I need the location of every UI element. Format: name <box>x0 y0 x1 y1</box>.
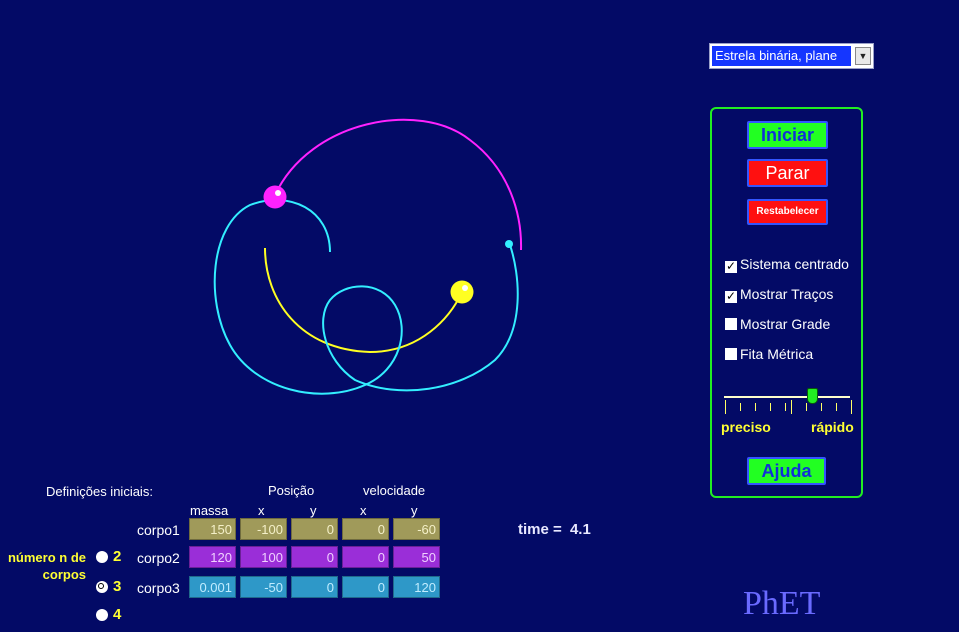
body1-vy-input[interactable]: -60 <box>393 518 440 540</box>
chevron-down-icon[interactable]: ▼ <box>855 47 871 65</box>
control-panel: Iniciar Parar Restabelecer ✓ Sistema cent… <box>710 107 863 498</box>
checkbox-label: Sistema centrado <box>740 256 849 272</box>
body1[interactable] <box>450 280 474 304</box>
help-button[interactable]: Ajuda <box>747 457 826 485</box>
num-bodies-label-line2: corpos <box>42 567 86 582</box>
simulation-canvas[interactable] <box>0 0 700 470</box>
slider-tick <box>791 400 792 414</box>
body3-vy-input[interactable]: 120 <box>393 576 440 598</box>
num-bodies-label-line1: número n de <box>7 550 86 565</box>
body1-vx-input[interactable]: 0 <box>342 518 389 540</box>
num-bodies-option-2: 2 <box>113 548 122 565</box>
checkbox-checked-icon[interactable]: ✓ <box>725 290 737 303</box>
body2-x-input[interactable]: 100 <box>240 546 287 568</box>
slider-tick <box>785 403 786 411</box>
num-bodies-radio-2[interactable] <box>96 551 108 563</box>
slider-tick <box>821 403 822 411</box>
position-y-header: y <box>310 503 317 518</box>
checkbox-show-grid[interactable]: Mostrar Grade <box>725 315 830 333</box>
slider-label-precise: preciso <box>721 419 771 435</box>
phet-logo: PhET <box>743 585 821 622</box>
body3-label: corpo3 <box>137 580 180 596</box>
velocity-header: velocidade <box>363 483 426 498</box>
checkbox-unchecked-icon[interactable] <box>725 348 737 360</box>
checkbox-unchecked-icon[interactable] <box>725 318 737 330</box>
num-bodies-radio-4[interactable] <box>96 609 108 621</box>
body2-label: corpo2 <box>137 550 180 566</box>
body2-vy-input[interactable]: 50 <box>393 546 440 568</box>
time-value: 4.1 <box>569 521 591 538</box>
slider-label-fast: rápido <box>811 419 854 435</box>
position-x-header: x <box>258 503 265 518</box>
stop-button[interactable]: Parar <box>747 159 828 187</box>
body2-trail <box>274 118 523 251</box>
slider-tick <box>725 400 726 414</box>
slider-tick <box>770 403 771 411</box>
num-bodies-option-4: 4 <box>113 606 122 623</box>
checkbox-label: Mostrar Traços <box>740 286 834 302</box>
body1-x-input[interactable]: -100 <box>240 518 287 540</box>
checkbox-show-trails[interactable]: ✓ Mostrar Traços <box>725 285 833 303</box>
slider-tick <box>836 403 837 411</box>
time-readout: time = 4.1 <box>518 521 591 538</box>
body2[interactable] <box>263 185 287 209</box>
body3[interactable] <box>505 240 513 248</box>
start-button[interactable]: Iniciar <box>747 121 828 149</box>
body1-trail <box>264 247 463 354</box>
body3-vx-input[interactable]: 0 <box>342 576 389 598</box>
speed-slider-thumb[interactable] <box>807 388 818 404</box>
body1-y-input[interactable]: 0 <box>291 518 338 540</box>
body3-y-input[interactable]: 0 <box>291 576 338 598</box>
body1-mass-input[interactable]: 150 <box>189 518 236 540</box>
velocity-y-header: y <box>411 503 418 518</box>
speed-slider-track[interactable] <box>724 396 850 398</box>
preset-selected-value: Estrela binária, plane <box>712 46 851 66</box>
slider-tick <box>851 400 852 414</box>
preset-select[interactable]: Estrela binária, plane ▼ <box>709 43 874 69</box>
checkbox-centered-system[interactable]: ✓ Sistema centrado <box>725 255 849 273</box>
num-bodies-option-3: 3 <box>113 578 122 595</box>
mass-header: massa <box>190 503 229 518</box>
body3-mass-input[interactable]: 0.001 <box>189 576 236 598</box>
slider-tick <box>755 403 756 411</box>
body2-vx-input[interactable]: 0 <box>342 546 389 568</box>
reset-button[interactable]: Restabelecer <box>747 199 828 225</box>
checkbox-checked-icon[interactable]: ✓ <box>725 260 737 273</box>
position-header: Posição <box>268 483 315 498</box>
time-label: time = <box>518 521 562 538</box>
body1-label: corpo1 <box>137 522 180 538</box>
body2-mass-input[interactable]: 120 <box>189 546 236 568</box>
num-bodies-label: número n de corpos <box>6 549 86 583</box>
body2-y-input[interactable]: 0 <box>291 546 338 568</box>
body3-x-input[interactable]: -50 <box>240 576 287 598</box>
initial-settings-title: Definições iniciais: <box>46 484 153 499</box>
velocity-x-header: x <box>360 503 367 518</box>
checkbox-label: Mostrar Grade <box>740 316 831 332</box>
checkbox-label: Fita Métrica <box>740 346 814 362</box>
slider-tick <box>806 403 807 411</box>
num-bodies-radio-3[interactable] <box>96 581 108 593</box>
checkbox-measuring-tape[interactable]: Fita Métrica <box>725 345 813 363</box>
slider-tick <box>740 403 741 411</box>
